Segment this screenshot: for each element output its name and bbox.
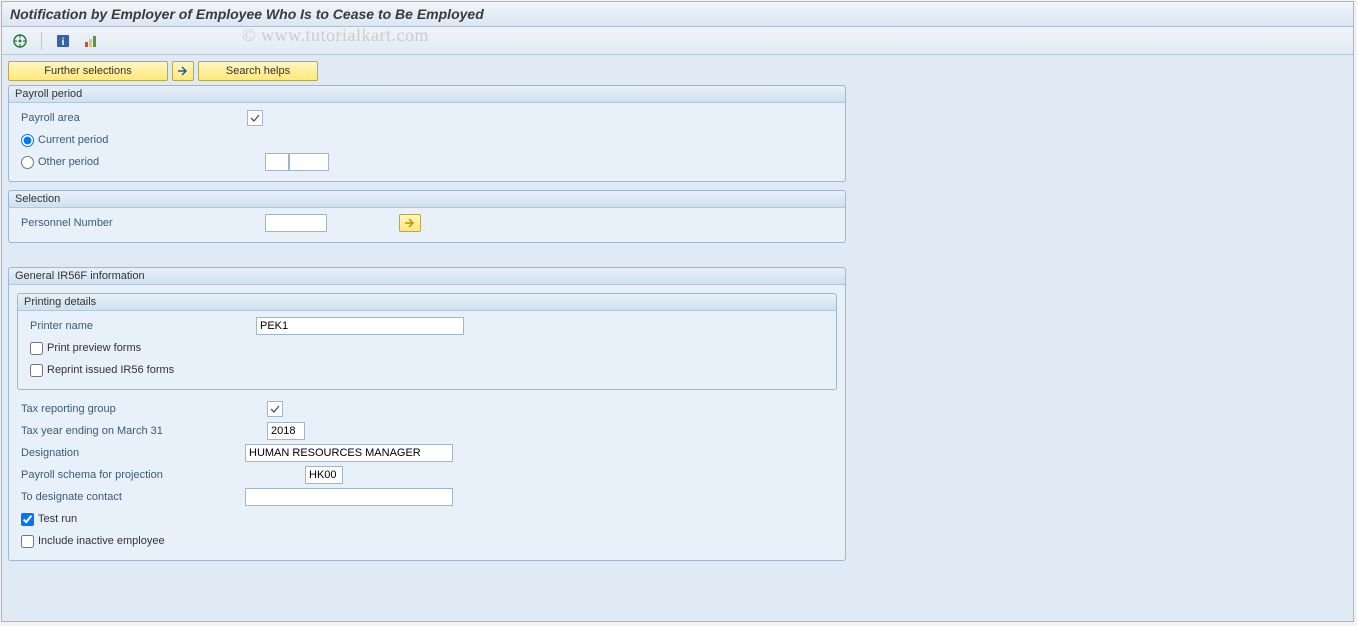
reprint-row[interactable]: Reprint issued IR56 forms [26,364,174,377]
printer-name-label: Printer name [26,320,256,332]
current-period-label: Current period [38,134,108,146]
tax-year-label: Tax year ending on March 31 [17,425,267,437]
sap-window: Notification by Employer of Employee Who… [1,1,1354,622]
selection-button-row: Further selections Search helps [8,61,1347,81]
reprint-checkbox[interactable] [30,364,43,377]
include-inactive-checkbox[interactable] [21,535,34,548]
payroll-area-label: Payroll area [17,112,247,124]
current-period-radio[interactable] [21,134,34,147]
personnel-number-multi-button[interactable] [399,214,421,232]
selection-title: Selection [9,191,845,208]
general-ir56f-group: General IR56F information Printing detai… [8,267,846,561]
test-run-label: Test run [38,513,77,525]
execute-icon[interactable] [10,31,30,51]
print-preview-label: Print preview forms [47,342,141,354]
print-preview-checkbox[interactable] [30,342,43,355]
include-inactive-row[interactable]: Include inactive employee [17,535,165,548]
printing-details-group: Printing details Printer name Print prev… [17,293,837,390]
page-title: Notification by Employer of Employee Who… [2,2,1353,27]
other-period-radio[interactable] [21,156,34,169]
personnel-number-field[interactable] [265,214,327,232]
print-preview-row[interactable]: Print preview forms [26,342,141,355]
to-designate-contact-label: To designate contact [17,491,245,503]
content-area: Further selections Search helps Payroll … [2,55,1353,621]
selection-group: Selection Personnel Number [8,190,846,243]
other-period-label: Other period [38,156,99,168]
printing-details-title: Printing details [18,294,836,311]
test-run-checkbox[interactable] [21,513,34,526]
current-period-radio-row[interactable]: Current period [17,134,247,147]
payroll-area-indicator[interactable] [247,110,263,126]
chart-icon[interactable] [81,31,101,51]
payroll-schema-label: Payroll schema for projection [17,469,305,481]
arrow-right-button[interactable] [172,61,194,81]
tax-reporting-group-label: Tax reporting group [17,403,267,415]
designation-label: Designation [17,447,245,459]
watermark-text: © www.tutorialkart.com [242,25,429,46]
other-period-radio-row[interactable]: Other period [17,156,247,169]
payroll-period-title: Payroll period [9,86,845,103]
tax-reporting-group-indicator[interactable] [267,401,283,417]
payroll-schema-field[interactable] [305,466,343,484]
include-inactive-label: Include inactive employee [38,535,165,547]
payroll-period-group: Payroll period Payroll area Current peri… [8,85,846,182]
svg-text:i: i [62,37,65,48]
test-run-row[interactable]: Test run [17,513,77,526]
to-designate-contact-field[interactable] [245,488,453,506]
other-period-field-1[interactable] [265,153,289,171]
search-helps-button[interactable]: Search helps [198,61,318,81]
other-period-field-2[interactable] [289,153,329,171]
printer-name-field[interactable] [256,317,464,335]
further-selections-label: Further selections [44,65,131,77]
further-selections-button[interactable]: Further selections [8,61,168,81]
info-icon[interactable]: i [53,31,73,51]
reprint-label: Reprint issued IR56 forms [47,364,174,376]
search-helps-label: Search helps [226,65,290,77]
general-ir56f-title: General IR56F information [9,268,845,285]
app-toolbar: i © www.tutorialkart.com [2,27,1353,55]
personnel-number-label: Personnel Number [17,217,247,229]
tax-year-field[interactable] [267,422,305,440]
designation-field[interactable] [245,444,453,462]
toolbar-separator [41,32,42,50]
